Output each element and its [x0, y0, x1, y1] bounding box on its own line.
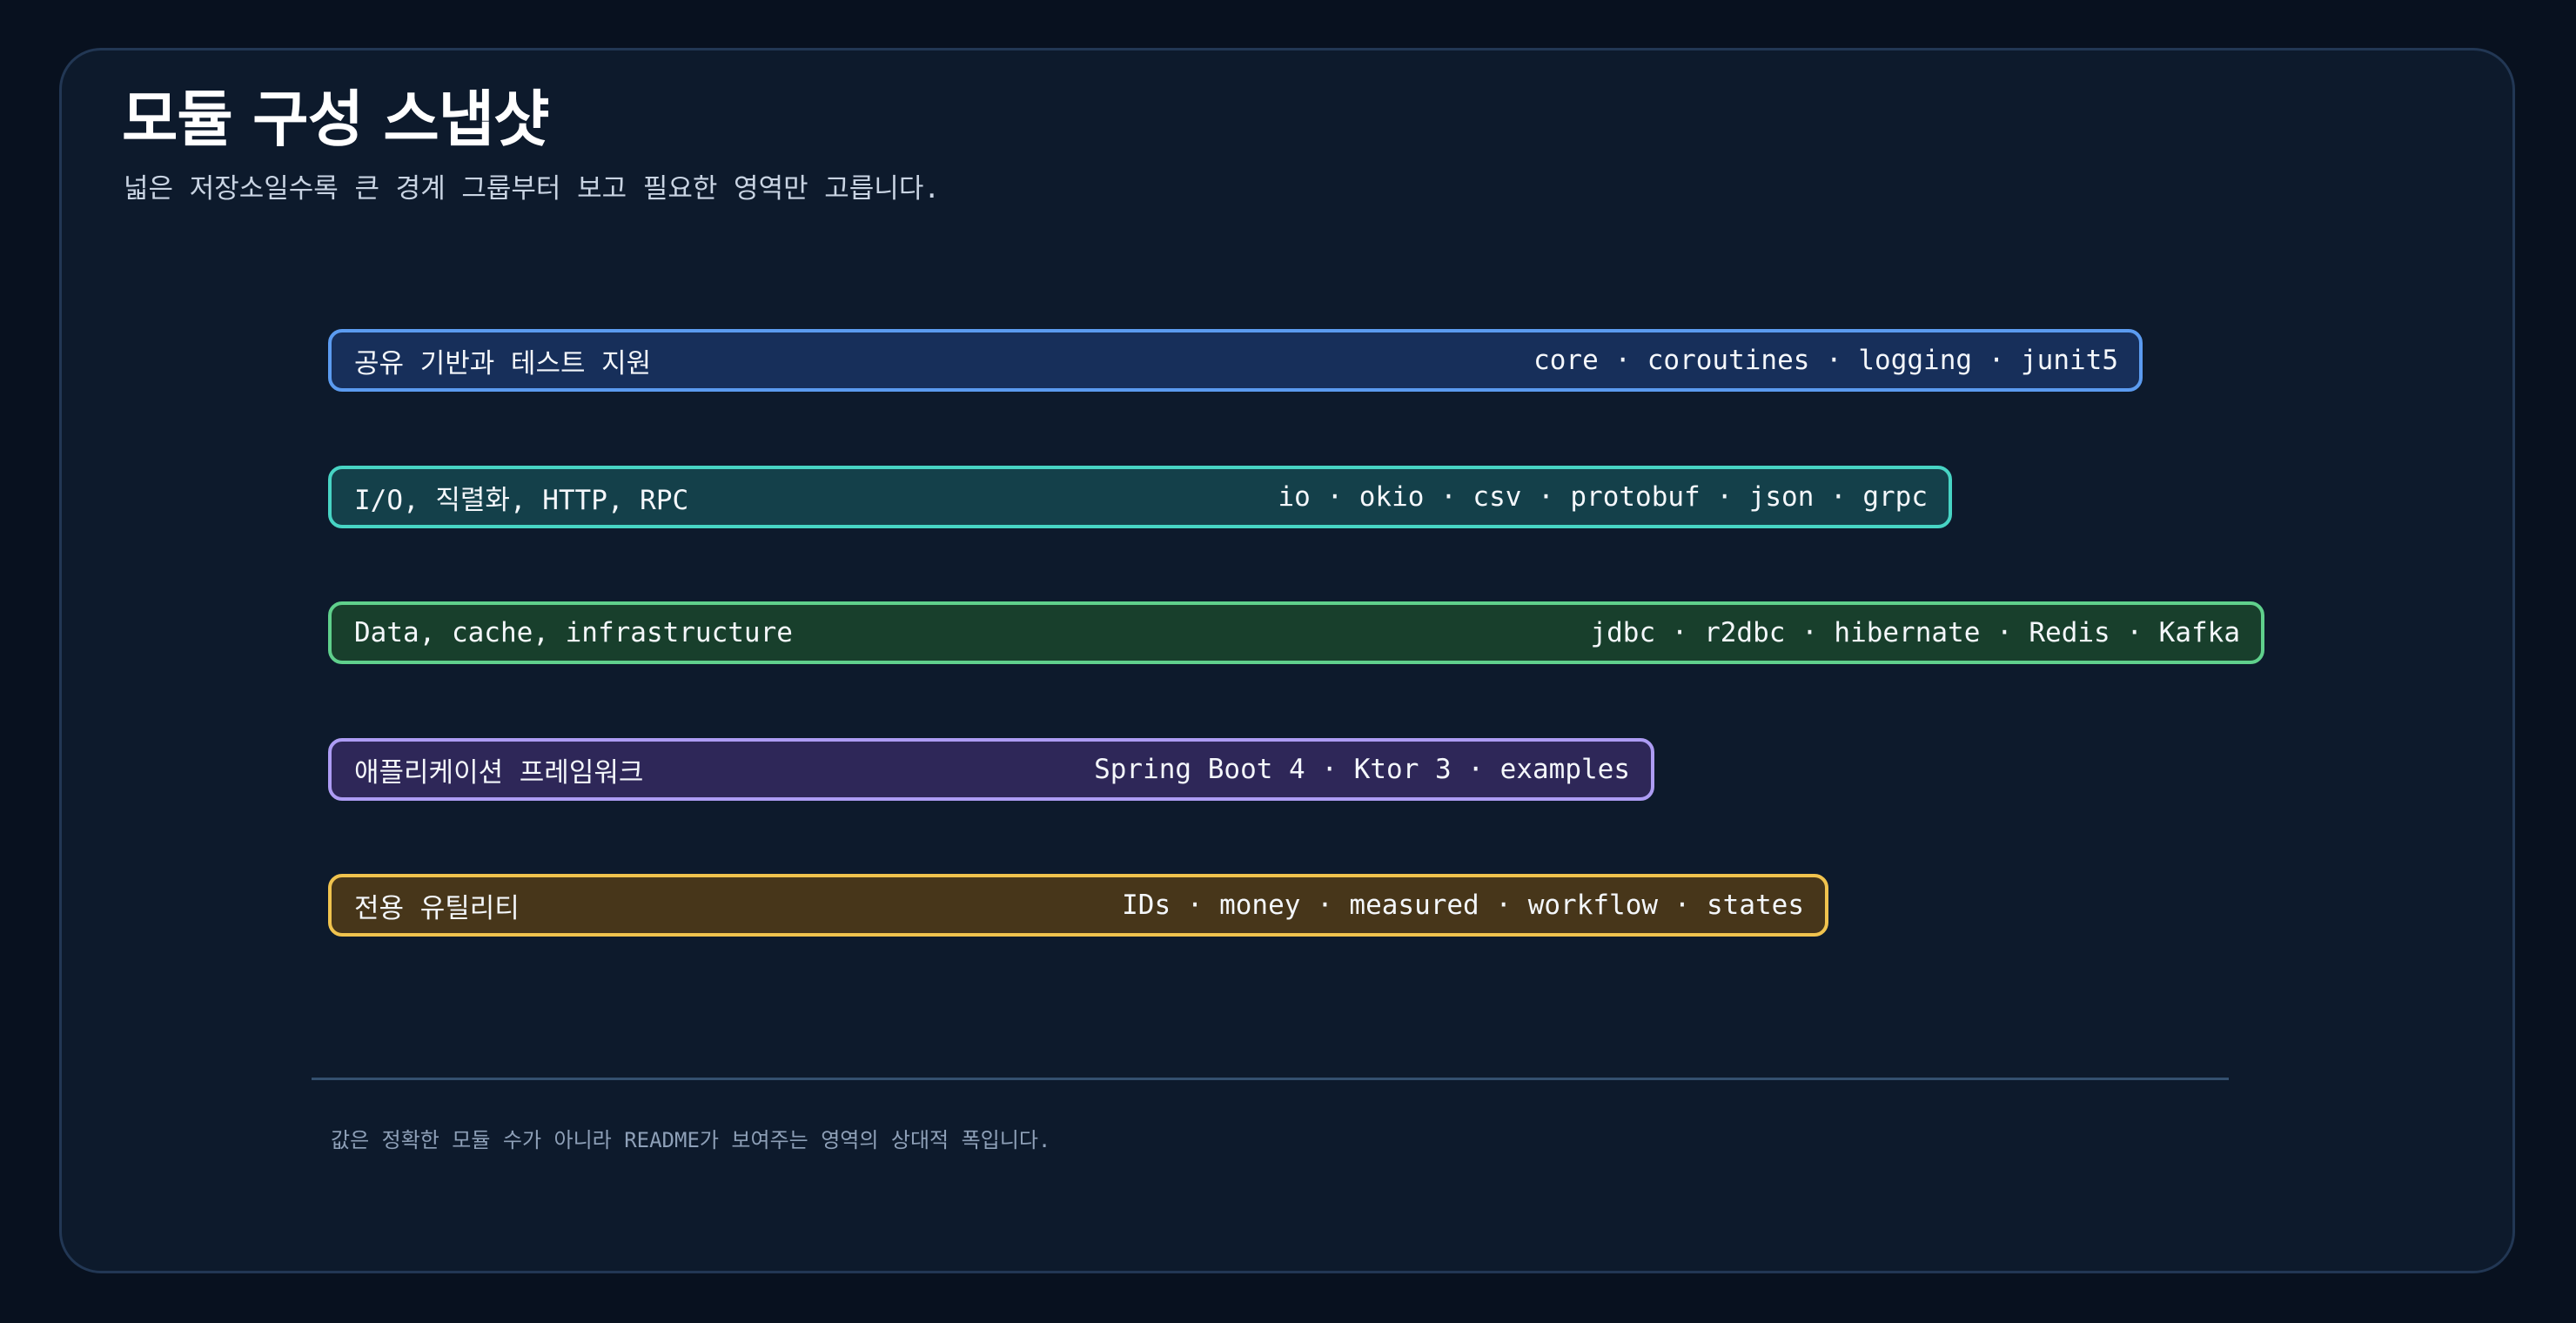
- group-label: 애플리케이션 프레임워크: [354, 756, 644, 789]
- group-label: 전용 유틸리티: [354, 892, 520, 924]
- group-modules: IDs · money · measured · workflow · stat…: [1122, 890, 1804, 921]
- module-group-bar: I/O, 직렬화, HTTP, RPC io · okio · csv · pro…: [328, 466, 1952, 528]
- module-group-bar: 애플리케이션 프레임워크 Spring Boot 4 · Ktor 3 · exa…: [328, 738, 1654, 801]
- group-modules: core · coroutines · logging · junit5: [1533, 345, 2118, 376]
- module-group-bar: Data, cache, infrastructure jdbc · r2dbc …: [328, 601, 2264, 664]
- group-modules: io · okio · csv · protobuf · json · grpc: [1278, 481, 1928, 513]
- module-group-bar: 전용 유틸리티 IDs · money · measured · workflow…: [328, 874, 1828, 937]
- group-label: I/O, 직렬화, HTTP, RPC: [354, 484, 689, 516]
- group-modules: jdbc · r2dbc · hibernate · Redis · Kafka: [1590, 617, 2240, 648]
- divider: [312, 1078, 2229, 1080]
- group-modules: Spring Boot 4 · Ktor 3 · examples: [1094, 754, 1630, 785]
- group-label: 공유 기반과 테스트 지원: [354, 347, 652, 379]
- group-label: Data, cache, infrastructure: [354, 617, 793, 648]
- module-group-bar: 공유 기반과 테스트 지원 core · coroutines · logging…: [328, 329, 2143, 392]
- footnote: 값은 정확한 모듈 수가 아니라 README가 보여주는 영역의 상대적 폭입…: [331, 1128, 1051, 1152]
